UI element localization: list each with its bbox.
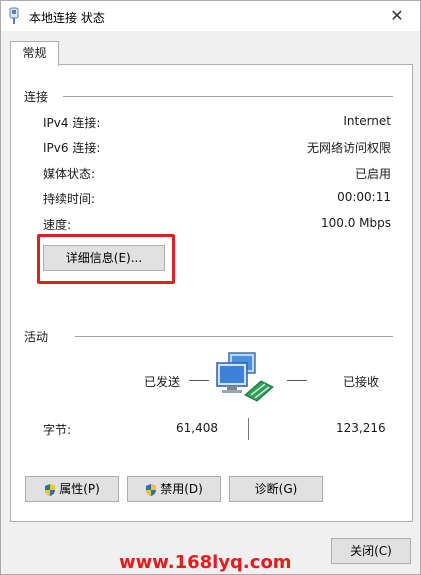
received-connector-line bbox=[287, 380, 307, 381]
properties-button[interactable]: 属性(P) bbox=[25, 476, 119, 502]
activity-section-label: 活动 bbox=[24, 330, 49, 344]
uac-shield-icon bbox=[146, 483, 157, 496]
received-label: 已接收 bbox=[343, 375, 380, 389]
disable-button-label: 禁用(D) bbox=[160, 482, 203, 496]
media-state-value: 已启用 bbox=[354, 167, 391, 181]
duration-label: 持续时间: bbox=[43, 192, 96, 206]
connection-section-label: 连接 bbox=[24, 90, 49, 104]
general-panel bbox=[10, 64, 413, 522]
ipv4-value: Internet bbox=[343, 114, 391, 128]
duration-value: 00:00:11 bbox=[337, 190, 391, 204]
activity-divider bbox=[75, 336, 393, 337]
uac-shield-icon bbox=[45, 483, 56, 496]
speed-label: 速度: bbox=[43, 218, 72, 232]
window-close-button[interactable]: ✕ bbox=[378, 1, 416, 31]
site-watermark: www.168lyq.com bbox=[119, 552, 292, 573]
bytes-sent-value: 61,408 bbox=[176, 421, 218, 435]
sent-connector-line bbox=[189, 380, 209, 381]
highlight-box bbox=[37, 234, 175, 284]
close-button[interactable]: 关闭(C) bbox=[331, 538, 411, 564]
ipv6-value: 无网络访问权限 bbox=[306, 141, 391, 155]
ipv6-label: IPv6 连接: bbox=[43, 141, 101, 155]
speed-value: 100.0 Mbps bbox=[320, 216, 391, 230]
properties-button-label: 属性(P) bbox=[59, 482, 100, 496]
disable-button[interactable]: 禁用(D) bbox=[127, 476, 221, 502]
sent-label: 已发送 bbox=[144, 375, 181, 389]
network-adapter-icon bbox=[9, 7, 19, 24]
tab-general[interactable]: 常规 bbox=[10, 41, 59, 66]
connection-divider bbox=[63, 96, 393, 97]
bytes-label: 字节: bbox=[43, 423, 72, 437]
title-bar: 本地连接 状态 ✕ bbox=[1, 1, 420, 31]
window-title: 本地连接 状态 bbox=[29, 11, 105, 25]
network-activity-icon bbox=[216, 352, 274, 402]
bytes-divider bbox=[248, 418, 249, 440]
bytes-received-value: 123,216 bbox=[336, 421, 386, 435]
status-dialog: 本地连接 状态 ✕ 常规 连接 IPv4 连接: Internet IPv6 连… bbox=[0, 0, 421, 575]
diagnose-button[interactable]: 诊断(G) bbox=[229, 476, 323, 502]
ipv4-label: IPv4 连接: bbox=[43, 116, 101, 130]
media-state-label: 媒体状态: bbox=[43, 167, 96, 181]
